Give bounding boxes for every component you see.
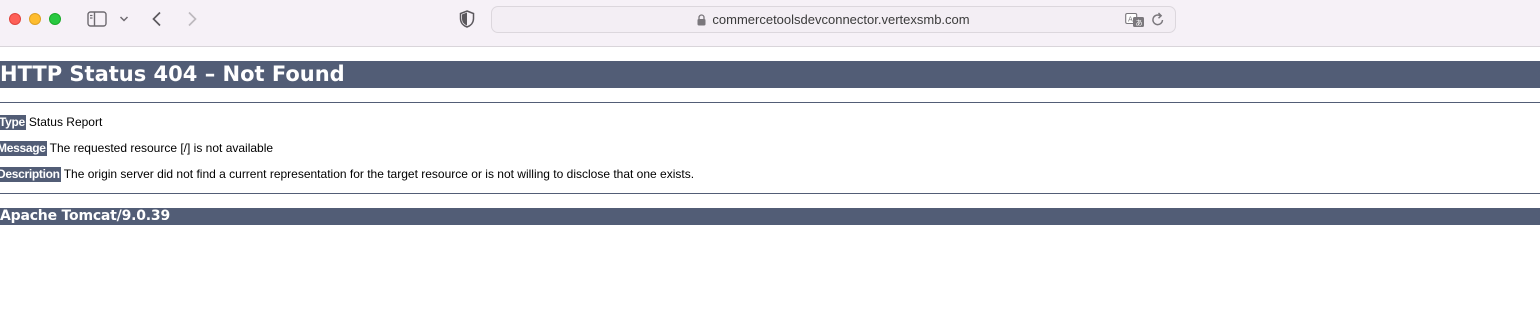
url-text: commercetoolsdevconnector.vertexsmb.com [712, 12, 970, 27]
type-value: Status Report [28, 115, 103, 129]
description-label: Description [0, 167, 61, 182]
chevron-left-icon [152, 11, 161, 27]
minimize-window-button[interactable] [29, 13, 41, 25]
divider-top [0, 102, 1540, 103]
type-label: Type [0, 115, 26, 130]
sidebar-icon[interactable] [86, 9, 108, 29]
translate-icon[interactable]: Aあ [1125, 12, 1145, 33]
browser-toolbar: commercetoolsdevconnector.vertexsmb.com … [0, 0, 1540, 47]
server-footer: Apache Tomcat/9.0.39 [0, 208, 1540, 225]
close-window-button[interactable] [9, 13, 21, 25]
lock-icon [697, 13, 706, 26]
zoom-window-button[interactable] [49, 13, 61, 25]
page-title: HTTP Status 404 – Not Found [0, 61, 1540, 88]
back-button[interactable] [148, 9, 166, 29]
message-row: Message The requested resource [/] is not… [0, 141, 273, 156]
svg-text:あ: あ [1136, 19, 1143, 27]
address-bar[interactable]: commercetoolsdevconnector.vertexsmb.com … [491, 6, 1176, 33]
chevron-down-icon[interactable] [117, 9, 131, 29]
reload-icon[interactable] [1151, 12, 1165, 32]
description-row: Description The origin server did not fin… [0, 167, 694, 182]
divider-bottom [0, 193, 1540, 194]
forward-button[interactable] [183, 9, 201, 29]
description-value: The origin server did not find a current… [63, 167, 695, 181]
shield-icon[interactable] [457, 9, 477, 29]
message-value: The requested resource [/] is not availa… [49, 141, 274, 155]
svg-text:A: A [1128, 16, 1133, 24]
message-label: Message [0, 141, 47, 156]
chevron-right-icon [188, 11, 197, 27]
type-row: Type Status Report [0, 115, 102, 130]
